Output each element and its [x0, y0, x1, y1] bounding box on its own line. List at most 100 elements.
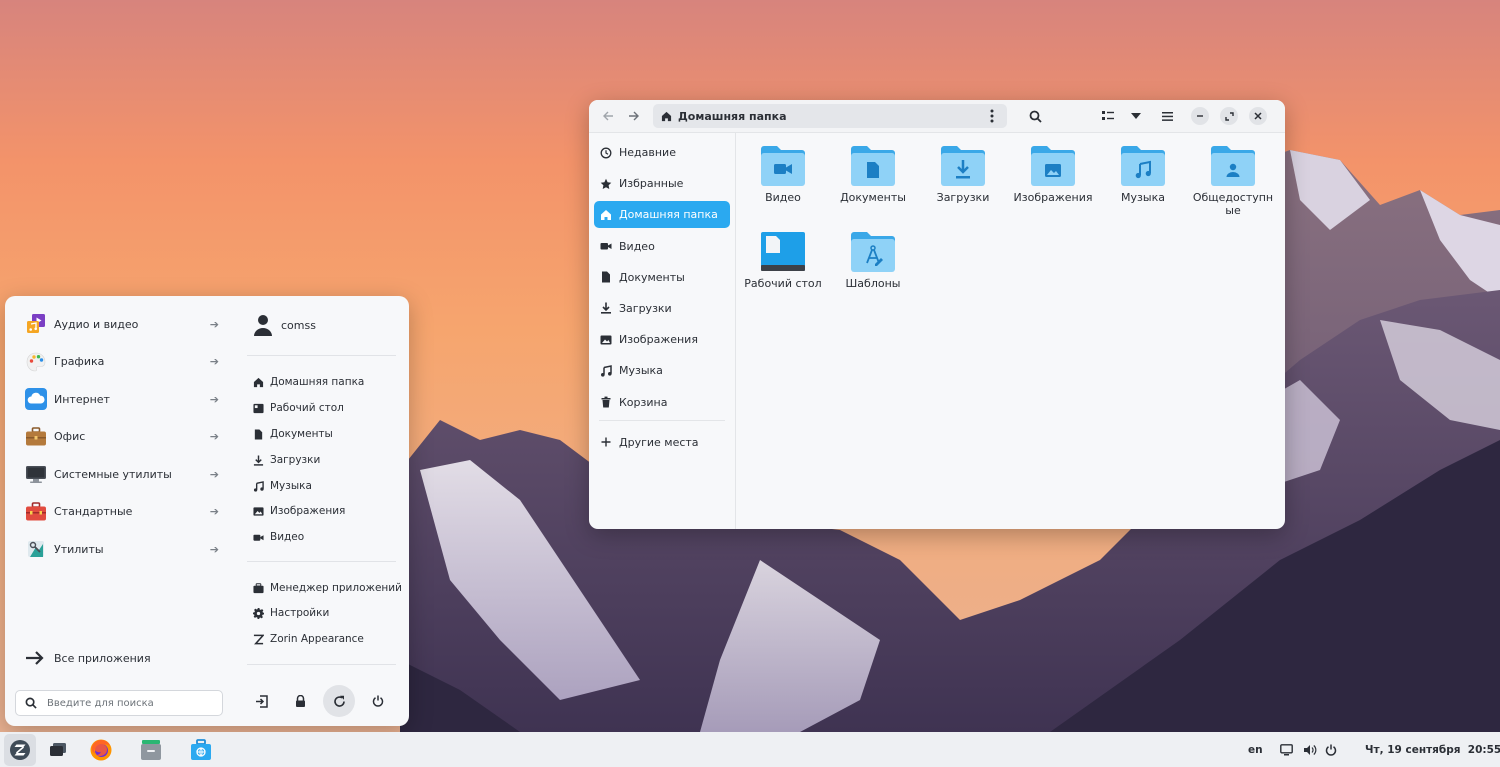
- taskbar: en Чт, 19 сентября 20:55: [0, 732, 1500, 767]
- category-utilities[interactable]: Утилиты ➔: [25, 536, 219, 562]
- sidebar-item-documents[interactable]: Документы: [594, 264, 730, 291]
- sidebar-item-home[interactable]: Домашняя папка: [594, 201, 730, 229]
- power-off-button[interactable]: [362, 685, 394, 717]
- category-office[interactable]: Офис ➔: [25, 424, 219, 450]
- category-graphics[interactable]: Графика ➔: [25, 349, 219, 375]
- briefcase-icon: [253, 582, 264, 593]
- keyboard-layout-label: en: [1248, 743, 1263, 756]
- workspaces-button[interactable]: [42, 734, 74, 766]
- image-icon: [600, 335, 612, 345]
- sidebar-item-trash[interactable]: Корзина: [594, 389, 730, 416]
- folder-downloads[interactable]: Загрузки: [920, 145, 1006, 204]
- power-menu-indicator[interactable]: [1325, 732, 1337, 767]
- folder-music[interactable]: Музыка: [1100, 145, 1186, 204]
- search-input[interactable]: [47, 697, 207, 709]
- user-account[interactable]: comss: [253, 314, 316, 336]
- zorin-menu-button[interactable]: [4, 734, 36, 766]
- place-label: Загрузки: [270, 454, 321, 466]
- logout-icon: [255, 694, 268, 708]
- place-pictures[interactable]: Изображения: [253, 502, 345, 520]
- search-button[interactable]: [1021, 104, 1049, 128]
- system-zorin-appearance[interactable]: Zorin Appearance: [253, 630, 364, 648]
- view-mode-button[interactable]: [1094, 104, 1122, 128]
- audio-video-icon: [27, 314, 45, 333]
- place-label: Рабочий стол: [270, 402, 344, 414]
- screen-indicator[interactable]: [1280, 732, 1293, 767]
- back-button[interactable]: [595, 104, 621, 128]
- lock-button[interactable]: [284, 685, 316, 717]
- home-icon: [601, 209, 611, 220]
- desktop-folder-icon: [761, 232, 805, 271]
- logout-button[interactable]: [245, 685, 277, 717]
- sidebar-item-label: Домашняя папка: [619, 208, 718, 222]
- folder-pictures[interactable]: Изображения: [1010, 145, 1096, 204]
- sidebar-item-downloads[interactable]: Загрузки: [594, 295, 730, 322]
- place-home[interactable]: Домашняя папка: [253, 373, 364, 391]
- category-accessories[interactable]: Стандартные ➔: [25, 499, 219, 525]
- main-menu-button[interactable]: [1153, 104, 1181, 128]
- sidebar-item-other-locations[interactable]: Другие места: [594, 429, 730, 456]
- system-label: Менеджер приложений: [270, 582, 402, 594]
- software-icon: [191, 739, 211, 760]
- internet-icon: [25, 388, 47, 410]
- category-label: Офис: [54, 430, 86, 443]
- place-downloads[interactable]: Загрузки: [253, 451, 320, 469]
- music-icon: [601, 364, 612, 377]
- keyboard-layout-indicator[interactable]: en: [1248, 732, 1263, 767]
- folder-videos[interactable]: Видео: [740, 145, 826, 204]
- places-sidebar: Недавние Избранные Домашняя папка Видео …: [589, 133, 736, 529]
- volume-indicator[interactable]: [1303, 732, 1317, 767]
- path-menu-button[interactable]: [985, 109, 999, 123]
- system-settings[interactable]: Настройки: [253, 604, 329, 622]
- place-label: Изображения: [270, 505, 346, 517]
- clock-icon: [600, 147, 612, 158]
- place-videos[interactable]: Видео: [253, 528, 304, 546]
- maximize-button[interactable]: [1220, 107, 1238, 125]
- system-label: Zorin Appearance: [270, 633, 364, 645]
- folder-name: Видео: [765, 191, 801, 204]
- sidebar-item-pictures[interactable]: Изображения: [594, 326, 730, 353]
- office-icon: [26, 426, 46, 445]
- minimize-icon: [1197, 115, 1203, 117]
- files-button[interactable]: [135, 734, 167, 766]
- forward-button[interactable]: [621, 104, 647, 128]
- category-label: Стандартные: [54, 505, 133, 518]
- menu-divider: [247, 355, 396, 356]
- folder-documents[interactable]: Документы: [830, 145, 916, 204]
- folder-templates[interactable]: Шаблоны: [830, 231, 916, 290]
- place-documents[interactable]: Документы: [253, 425, 333, 443]
- category-audio-video[interactable]: Аудио и видео ➔: [25, 311, 219, 337]
- templates-folder-icon: [851, 232, 895, 272]
- folder-name: Шаблоны: [845, 277, 901, 290]
- category-system-tools[interactable]: Системные утилиты ➔: [25, 461, 219, 487]
- sidebar-item-videos[interactable]: Видео: [594, 233, 730, 260]
- system-app-manager[interactable]: Менеджер приложений: [253, 579, 402, 597]
- monitor-icon: [1280, 743, 1293, 755]
- firefox-button[interactable]: [85, 734, 117, 766]
- all-apps-button[interactable]: Все приложения: [25, 650, 151, 666]
- close-button[interactable]: [1249, 107, 1267, 125]
- category-label: Графика: [54, 355, 105, 368]
- minimize-button[interactable]: [1191, 107, 1209, 125]
- sidebar-item-starred[interactable]: Избранные: [594, 170, 730, 197]
- place-music[interactable]: Музыка: [253, 477, 312, 495]
- place-desktop[interactable]: Рабочий стол: [253, 399, 344, 417]
- view-options-button[interactable]: [1122, 104, 1150, 128]
- sidebar-item-music[interactable]: Музыка: [594, 357, 730, 384]
- category-label: Интернет: [54, 392, 110, 406]
- folder-desktop[interactable]: Рабочий стол: [740, 231, 826, 290]
- video-icon: [600, 243, 612, 250]
- document-icon: [602, 271, 610, 283]
- home-icon: [253, 377, 264, 387]
- folder-public[interactable]: Общедоступные: [1190, 145, 1276, 217]
- file-manager-window: Домашняя папка Недавние Избранные Домашн…: [589, 100, 1285, 529]
- location-bar[interactable]: Домашняя папка: [653, 104, 1007, 128]
- search-box[interactable]: [15, 690, 223, 716]
- arrow-right-icon: ➔: [209, 317, 219, 331]
- clock[interactable]: Чт, 19 сентября 20:55: [1365, 732, 1500, 767]
- software-button[interactable]: [185, 734, 217, 766]
- close-icon: [1254, 112, 1262, 120]
- restart-button[interactable]: [323, 685, 355, 717]
- sidebar-item-recent[interactable]: Недавние: [594, 139, 730, 166]
- category-internet[interactable]: Интернет ➔: [25, 386, 219, 412]
